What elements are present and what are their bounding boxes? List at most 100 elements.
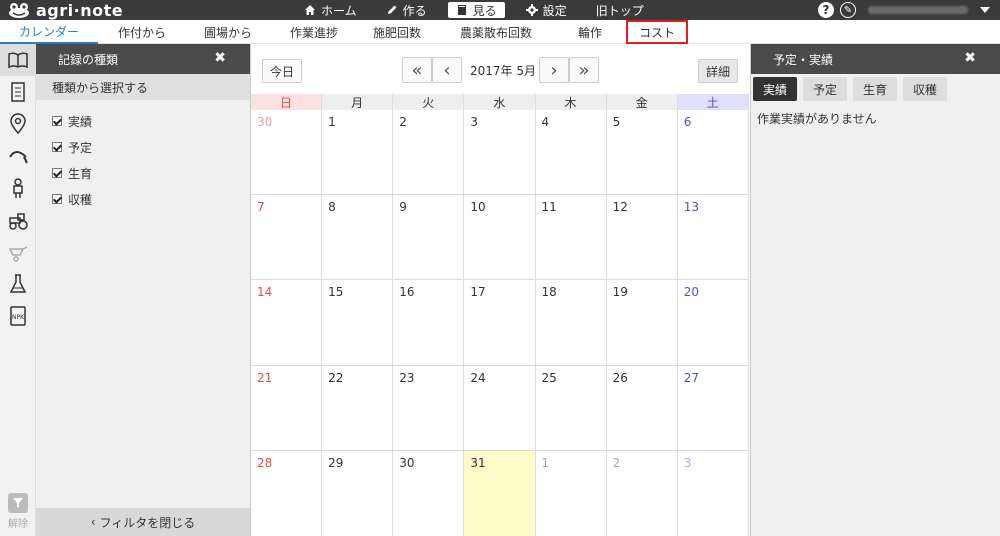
nav-view-label: 見る [472, 3, 497, 18]
calendar-day[interactable]: 15 [322, 280, 394, 365]
clear-filter-label: 解除 [8, 519, 28, 530]
tab-pesticide-count[interactable]: 農薬散布回数 [436, 20, 556, 44]
rail-harvest[interactable] [0, 140, 36, 172]
rail-machine[interactable] [0, 204, 36, 236]
rail-book[interactable] [0, 44, 36, 76]
calendar-day[interactable]: 26 [607, 365, 678, 450]
book-icon [457, 5, 466, 15]
calendar-day[interactable]: 23 [393, 365, 465, 450]
calendar-day[interactable]: 8 [322, 195, 394, 280]
calendar-day[interactable]: 3 [678, 450, 749, 536]
rail-map[interactable] [0, 108, 36, 140]
calendar-day[interactable]: 27 [678, 365, 749, 450]
tab-work-progress[interactable]: 作業進捗 [270, 20, 358, 44]
calendar-day[interactable]: 24 [464, 365, 536, 450]
weekday-thu: 木 [535, 94, 607, 110]
calendar-day[interactable]: 22 [322, 365, 394, 450]
tab-harvest[interactable]: 収穫 [903, 77, 948, 101]
filter-close-icon[interactable]: ✖ [214, 50, 226, 66]
nav-settings[interactable]: 設定 [518, 2, 575, 18]
detail-button[interactable]: 詳細 [698, 59, 738, 83]
calendar-day[interactable]: 17 [464, 280, 536, 365]
calendar-day[interactable]: 3 [464, 110, 536, 195]
calendar-week: 21 22 23 24 25 26 27 [251, 365, 749, 451]
nav-old-top-label: 旧トップ [595, 3, 644, 18]
tab-growth[interactable]: 生育 [853, 77, 898, 101]
filter-item-harvest[interactable]: 収穫 [36, 186, 250, 212]
prev-year-button[interactable]: « [402, 57, 432, 83]
app-logo[interactable]: agri·note [8, 0, 123, 20]
rail-material[interactable] [0, 236, 36, 268]
filter-item-label: 予定 [68, 140, 93, 155]
calendar-day[interactable]: 29 [322, 450, 394, 536]
tab-by-crop[interactable]: 作付から [98, 20, 186, 44]
tab-calendar[interactable]: カレンダー [0, 20, 98, 44]
tab-cost[interactable]: コスト [626, 20, 688, 44]
today-button[interactable]: 今日 [262, 59, 302, 83]
help-icon[interactable]: ? [818, 2, 834, 18]
checkbox-checked[interactable] [52, 194, 62, 204]
nav-create[interactable]: 作る [378, 2, 435, 18]
calendar-day[interactable]: 25 [536, 365, 607, 450]
filter-item-label: 生育 [68, 166, 93, 181]
calendar-day[interactable]: 18 [536, 280, 607, 365]
pen-icon[interactable]: ✎ [840, 2, 856, 18]
schedule-close-icon[interactable]: ✖ [964, 50, 976, 66]
nav-view[interactable]: 見る [447, 2, 505, 18]
filter-item-actual[interactable]: 実績 [36, 108, 250, 134]
filter-item-growth[interactable]: 生育 [36, 160, 250, 186]
user-menu-caret-icon[interactable] [980, 7, 990, 13]
rail-document[interactable] [0, 76, 36, 108]
rail-fertilizer[interactable]: NPK [0, 300, 36, 332]
rail-clear-filter[interactable]: 解除 [0, 493, 36, 530]
rail-chemical[interactable] [0, 268, 36, 300]
tab-fertilizer-count[interactable]: 施肥回数 [358, 20, 436, 44]
tab-plan[interactable]: 予定 [803, 77, 848, 101]
filter-item-plan[interactable]: 予定 [36, 134, 250, 160]
calendar-day[interactable]: 20 [678, 280, 749, 365]
calendar-day[interactable]: 4 [536, 110, 607, 195]
filter-subheader: 種類から選択する [36, 74, 250, 100]
calendar-day[interactable]: 30 [393, 450, 465, 536]
calendar-day[interactable]: 9 [393, 195, 465, 280]
calendar-day[interactable]: 16 [393, 280, 465, 365]
filter-panel: 記録の種類 ✖ 種類から選択する 実績 予定 生育 収穫 ‹ フィルタを閉じる [36, 44, 251, 536]
nav-settings-label: 設定 [542, 3, 567, 18]
calendar-day[interactable]: 21 [251, 365, 323, 450]
user-name-blurred[interactable] [868, 6, 968, 14]
next-month-button[interactable]: › [539, 57, 569, 83]
rail-worker[interactable] [0, 172, 36, 204]
checkbox-checked[interactable] [52, 142, 62, 152]
month-label: 2017年 5月 [470, 63, 536, 78]
filter-list: 実績 予定 生育 収穫 [36, 100, 250, 212]
calendar-day[interactable]: 6 [678, 110, 749, 195]
nav-old-top[interactable]: 旧トップ [588, 2, 652, 18]
checkbox-checked[interactable] [52, 116, 62, 126]
weekday-mon: 月 [322, 94, 394, 110]
calendar-week: 14 15 16 17 18 19 20 [251, 280, 749, 366]
calendar-day-today[interactable]: 31 [464, 450, 536, 536]
calendar-day[interactable]: 30 [251, 110, 323, 195]
tab-actual[interactable]: 実績 [753, 77, 798, 101]
calendar-day[interactable]: 2 [607, 450, 678, 536]
calendar-day[interactable]: 1 [322, 110, 394, 195]
calendar-day[interactable]: 7 [251, 195, 323, 280]
calendar-day[interactable]: 2 [393, 110, 465, 195]
next-year-button[interactable]: » [569, 57, 599, 83]
close-filter-button[interactable]: ‹ フィルタを閉じる [36, 508, 250, 536]
calendar-day[interactable]: 14 [251, 280, 323, 365]
calendar-day[interactable]: 1 [536, 450, 607, 536]
calendar-day[interactable]: 12 [607, 195, 678, 280]
calendar-day[interactable]: 11 [536, 195, 607, 280]
tab-rotation[interactable]: 輪作 [556, 20, 624, 44]
nav-home-label: ホーム [321, 3, 357, 18]
calendar-day[interactable]: 13 [678, 195, 749, 280]
prev-month-button[interactable]: ‹ [432, 57, 462, 83]
nav-home[interactable]: ホーム [296, 2, 365, 18]
tab-by-field[interactable]: 圃場から [186, 20, 270, 44]
calendar-day[interactable]: 28 [251, 450, 323, 536]
calendar-day[interactable]: 5 [607, 110, 678, 195]
calendar-day[interactable]: 19 [607, 280, 678, 365]
checkbox-checked[interactable] [52, 168, 62, 178]
calendar-day[interactable]: 10 [464, 195, 536, 280]
